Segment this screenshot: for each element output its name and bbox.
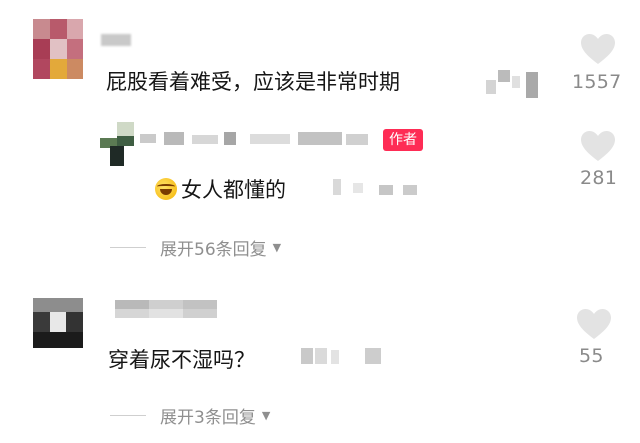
divider-line: [110, 415, 146, 416]
heart-icon[interactable]: [576, 308, 612, 340]
like-count: 55: [579, 345, 604, 367]
reply-text: 女人都懂的: [181, 178, 286, 202]
comment-text: 穿着尿不湿吗？: [108, 348, 255, 372]
comment-text: 屁股看着难受，应该是非常时期: [106, 70, 400, 94]
blurred-emoji: [333, 177, 423, 197]
blurred-emoji: [301, 346, 385, 366]
laughing-crying-emoji-icon: [155, 178, 177, 200]
avatar[interactable]: [100, 122, 134, 166]
reply-text-row: 女人都懂的: [155, 174, 286, 204]
heart-icon[interactable]: [580, 33, 616, 65]
caret-down-icon: ▼: [261, 409, 271, 422]
expand-label: 展开3条回复: [160, 408, 256, 428]
caret-down-icon: ▼: [272, 241, 282, 254]
username-blurred[interactable]: [101, 34, 131, 46]
avatar[interactable]: [33, 298, 83, 348]
expand-replies-button[interactable]: 展开56条回复 ▼: [110, 235, 281, 260]
expand-label: 展开56条回复: [160, 240, 267, 260]
blurred-emoji: [486, 66, 550, 98]
expand-replies-button[interactable]: 展开3条回复 ▼: [110, 403, 270, 428]
avatar[interactable]: [33, 19, 83, 79]
like-count: 1557: [572, 71, 622, 93]
author-badge: 作者: [383, 129, 423, 151]
username-blurred[interactable]: [115, 300, 217, 318]
like-count: 281: [580, 167, 618, 189]
username-blurred[interactable]: [140, 132, 372, 146]
heart-icon[interactable]: [580, 130, 616, 162]
divider-line: [110, 247, 146, 248]
